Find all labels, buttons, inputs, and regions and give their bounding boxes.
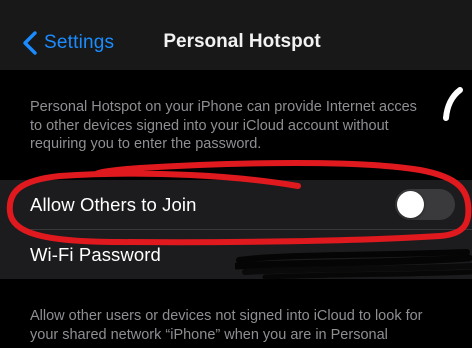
description-line: to other devices signed into your iCloud… [30, 117, 389, 134]
toggle-knob [397, 191, 424, 218]
allow-others-description: Allow other users or devices not signed … [30, 307, 470, 344]
description-line: your shared network “iPhone” when you ar… [30, 326, 388, 343]
screen-glare-mark [443, 87, 463, 121]
allow-others-row[interactable]: Allow Others to Join [0, 180, 472, 229]
wifi-password-label: Wi-Fi Password [30, 243, 161, 265]
page-title: Personal Hotspot [163, 31, 321, 52]
description-line: Personal Hotspot on your iPhone can prov… [30, 99, 417, 115]
redaction-scribble [235, 249, 472, 280]
hotspot-description: Personal Hotspot on your iPhone can prov… [30, 98, 460, 154]
description-line: requiring you to enter the password. [30, 136, 262, 152]
allow-others-label: Allow Others to Join [30, 193, 197, 215]
navigation-bar: Settings Personal Hotspot [0, 0, 472, 70]
description-line: Allow other users or devices not signed … [30, 308, 423, 324]
allow-others-toggle[interactable] [395, 189, 455, 220]
settings-screen: Settings Personal Hotspot Personal Hotsp… [0, 0, 472, 348]
